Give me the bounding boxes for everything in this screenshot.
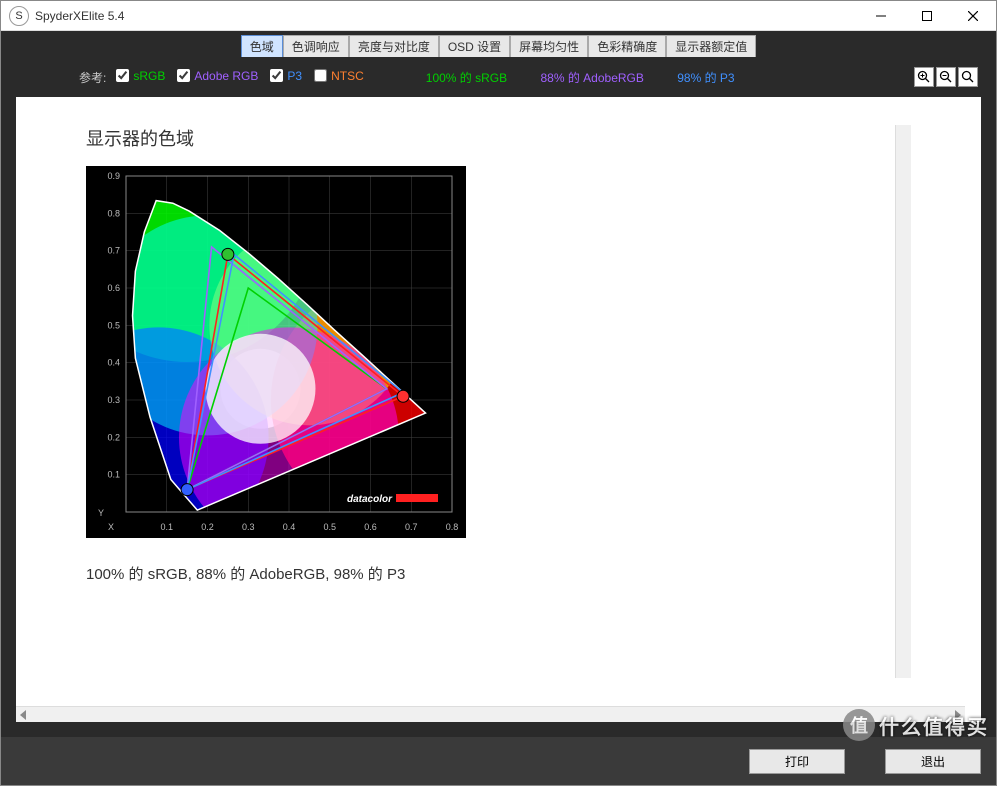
tab-0[interactable]: 色域 — [241, 35, 283, 57]
ref-checkbox-adobergb[interactable] — [177, 69, 190, 82]
svg-text:0.2: 0.2 — [201, 522, 214, 532]
zoom-out-icon — [939, 70, 953, 84]
tab-5[interactable]: 色彩精确度 — [588, 35, 666, 57]
svg-text:0.4: 0.4 — [283, 522, 296, 532]
quit-button[interactable]: 退出 — [885, 749, 981, 774]
ref-label-text: Adobe RGB — [194, 69, 258, 83]
gamut-chart: 0.1 0.2 0.3 0.4 0.5 0.6 0.7 0.8 0.1 0.2 0.3 0.4 0.5 0… — [86, 166, 466, 538]
svg-text:0.8: 0.8 — [107, 208, 120, 218]
coverage-p3: 98% 的 P3 — [677, 71, 734, 85]
tab-2[interactable]: 亮度与对比度 — [349, 35, 439, 57]
ref-option-p3[interactable]: P3 — [270, 69, 302, 83]
svg-text:0.1: 0.1 — [107, 470, 120, 480]
svg-text:X: X — [108, 522, 114, 532]
tab-4[interactable]: 屏幕均匀性 — [510, 35, 588, 57]
reference-label: 参考: — [79, 69, 106, 86]
app-window: S SpyderXElite 5.4 色域色调响应亮度与对比度OSD 设置屏幕均… — [0, 0, 997, 786]
close-button[interactable] — [950, 1, 996, 31]
svg-text:0.2: 0.2 — [107, 432, 120, 442]
zoom-out-button[interactable] — [936, 67, 956, 87]
content-wrap: 显示器的色域 0.1 0.2 0.3 0.4 0.5 0.6 0.7 0.8 0.1 0.2 0.3… — [1, 97, 996, 737]
print-button[interactable]: 打印 — [749, 749, 845, 774]
coverage-adobe: 88% 的 AdobeRGB — [540, 71, 643, 85]
titlebar: S SpyderXElite 5.4 — [1, 1, 996, 31]
ref-label-text: sRGB — [133, 69, 165, 83]
reference-bar: 参考: sRGB Adobe RGB P3 NTSC 100% 的 sRGB 88% … — [1, 57, 996, 97]
minimize-button[interactable] — [858, 1, 904, 31]
svg-text:0.1: 0.1 — [160, 522, 173, 532]
footer-bar: 打印 退出 — [1, 737, 996, 785]
tab-6[interactable]: 显示器额定值 — [666, 35, 756, 57]
svg-text:0.5: 0.5 — [107, 320, 120, 330]
tab-1[interactable]: 色调响应 — [283, 35, 349, 57]
svg-text:0.8: 0.8 — [446, 522, 459, 532]
svg-text:0.3: 0.3 — [107, 395, 120, 405]
tab-3[interactable]: OSD 设置 — [439, 35, 510, 57]
zoom-in-button[interactable] — [914, 67, 934, 87]
svg-text:0.9: 0.9 — [107, 171, 120, 181]
magnifier-icon — [961, 70, 975, 84]
ref-label-text: NTSC — [331, 69, 364, 83]
svg-text:0.4: 0.4 — [107, 358, 120, 368]
section-title: 显示器的色域 — [86, 125, 911, 151]
scrollbar-horizontal[interactable] — [16, 706, 965, 722]
svg-text:0.7: 0.7 — [107, 246, 120, 256]
svg-text:0.5: 0.5 — [323, 522, 336, 532]
content-panel: 显示器的色域 0.1 0.2 0.3 0.4 0.5 0.6 0.7 0.8 0.1 0.2 0.3… — [16, 97, 981, 722]
app-icon: S — [9, 6, 29, 26]
zoom-reset-button[interactable] — [958, 67, 978, 87]
coverage-summary: 100% 的 sRGB, 88% 的 AdobeRGB, 98% 的 P3 — [86, 563, 911, 584]
scrollbar-vertical[interactable] — [895, 125, 911, 678]
maximize-button[interactable] — [904, 1, 950, 31]
svg-text:Y: Y — [98, 508, 104, 518]
svg-text:datacolor: datacolor — [347, 494, 393, 505]
ref-checkbox-p3[interactable] — [270, 69, 283, 82]
tab-bar: 色域色调响应亮度与对比度OSD 设置屏幕均匀性色彩精确度显示器额定值 — [1, 31, 996, 57]
ref-option-ntsc[interactable]: NTSC — [314, 69, 364, 83]
ref-option-srgb[interactable]: sRGB — [116, 69, 165, 83]
svg-text:0.3: 0.3 — [242, 522, 255, 532]
zoom-in-icon — [917, 70, 931, 84]
svg-text:0.6: 0.6 — [107, 283, 120, 293]
ref-option-adobergb[interactable]: Adobe RGB — [177, 69, 258, 83]
window-title: SpyderXElite 5.4 — [35, 9, 858, 23]
svg-text:0.6: 0.6 — [364, 522, 377, 532]
window-controls — [858, 1, 996, 31]
coverage-srgb: 100% 的 sRGB — [426, 71, 507, 85]
coverage-readout: 100% 的 sRGB 88% 的 AdobeRGB 98% 的 P3 — [426, 69, 765, 86]
ref-checkbox-srgb[interactable] — [116, 69, 129, 82]
ref-checkbox-ntsc[interactable] — [314, 69, 327, 82]
zoom-controls — [914, 67, 978, 87]
svg-text:0.7: 0.7 — [405, 522, 418, 532]
ref-label-text: P3 — [287, 69, 302, 83]
